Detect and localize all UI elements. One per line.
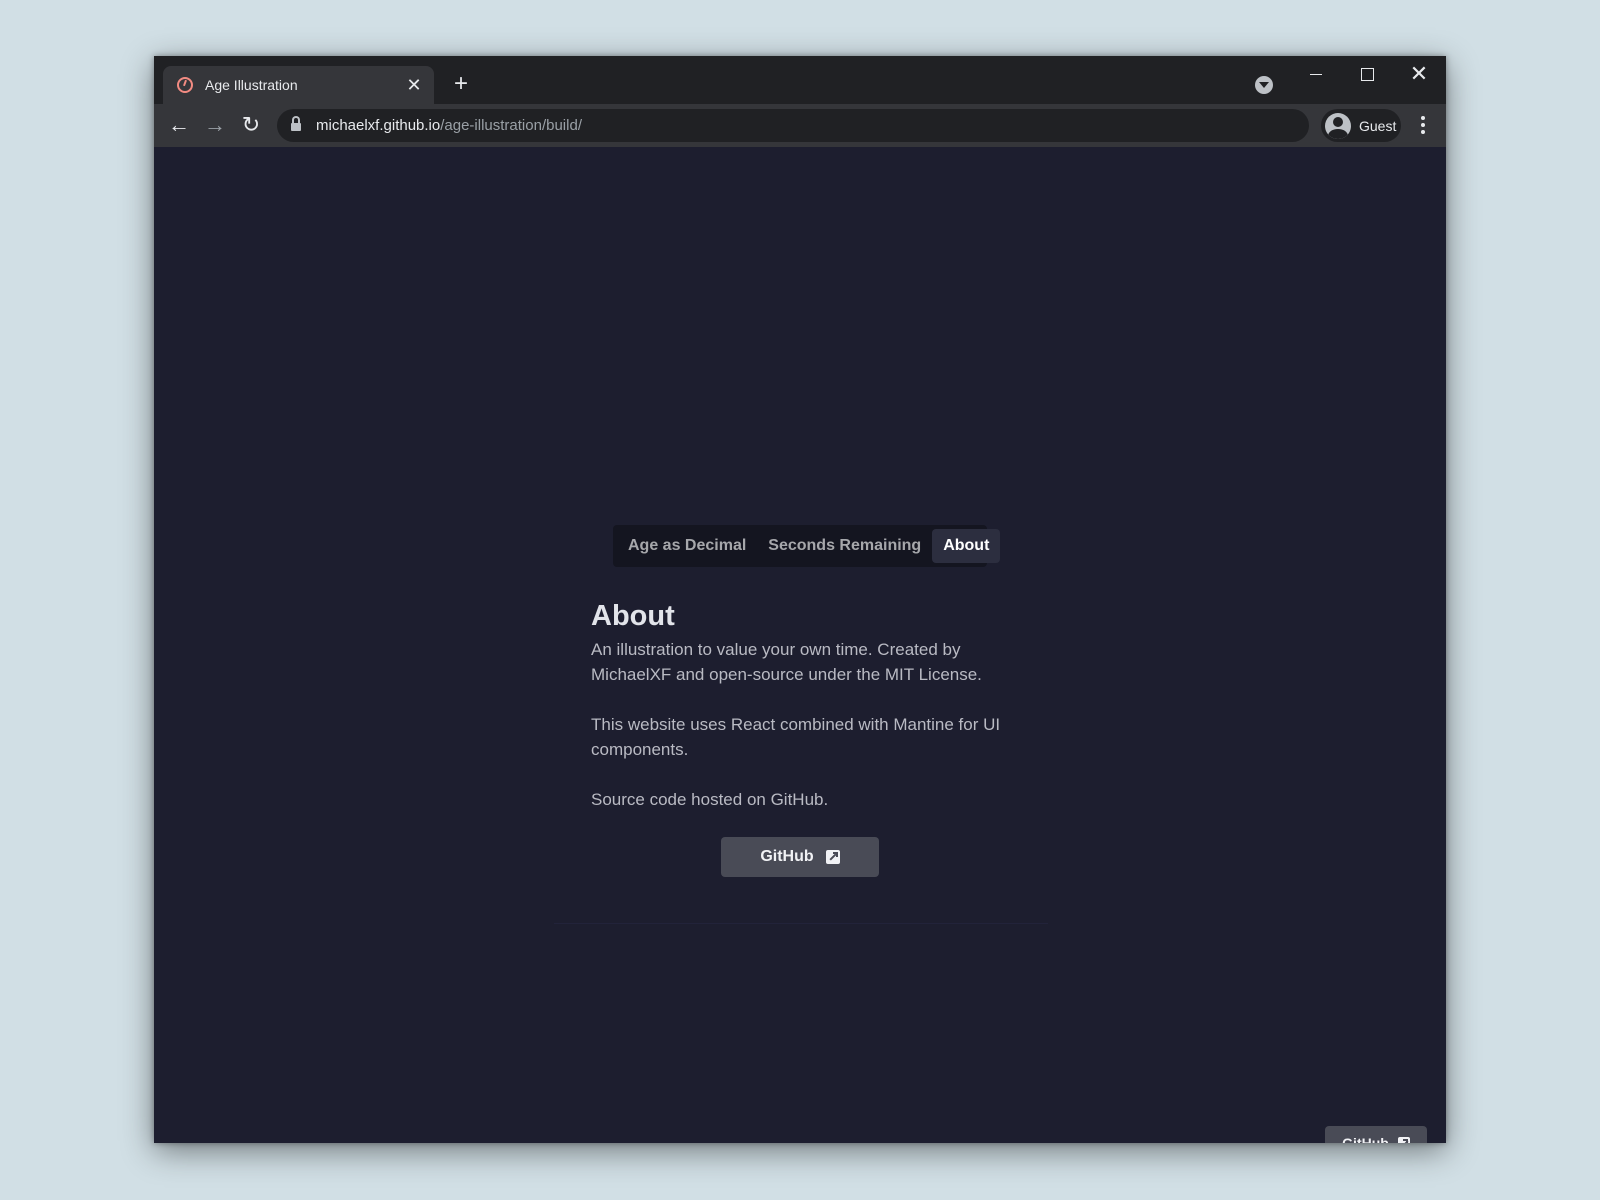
page-content: Age as Decimal Seconds Remaining About A… — [154, 147, 1446, 1143]
footer-github-button[interactable]: GitHub — [1325, 1126, 1427, 1143]
url-host: michaelxf.github.io — [316, 117, 441, 134]
external-link-icon — [825, 850, 840, 864]
forward-arrow-icon[interactable]: → — [200, 110, 230, 140]
lock-icon[interactable] — [291, 115, 301, 132]
page-title: About — [591, 600, 675, 632]
more-menu-icon[interactable] — [1415, 112, 1431, 138]
footer-github-label: GitHub — [1342, 1135, 1389, 1143]
browser-tab[interactable]: Age Illustration ✕ — [163, 66, 434, 104]
tab-seconds-remaining[interactable]: Seconds Remaining — [757, 529, 932, 563]
address-bar[interactable]: michaelxf.github.io/age-illustration/bui… — [277, 109, 1309, 142]
tab-strip: Age Illustration ✕ + ✕ — [154, 56, 1446, 104]
clock-favicon-icon — [177, 77, 193, 93]
tab-about[interactable]: About — [932, 529, 1001, 563]
browser-toolbar: ← → ↻ michaelxf.github.io/age-illustrati… — [154, 104, 1446, 147]
segmented-control: Age as Decimal Seconds Remaining About — [613, 525, 1001, 567]
reload-icon[interactable]: ↻ — [236, 110, 266, 140]
profile-label: Guest — [1359, 117, 1397, 134]
tab-search-icon[interactable] — [1255, 76, 1273, 94]
new-tab-button[interactable]: + — [446, 70, 476, 100]
avatar-icon — [1325, 112, 1351, 139]
browser-window: Age Illustration ✕ + ✕ ← → ↻ michaelxf.g… — [154, 56, 1446, 1143]
tab-close-icon[interactable]: ✕ — [404, 75, 424, 96]
url-path: /age-illustration/build/ — [440, 117, 582, 134]
close-window-button[interactable]: ✕ — [1399, 62, 1439, 86]
divider — [554, 923, 1048, 924]
external-link-icon — [1397, 1137, 1410, 1143]
back-arrow-icon[interactable]: ← — [164, 110, 194, 140]
github-button-label: GitHub — [760, 848, 814, 865]
about-section: About An illustration to value your own … — [591, 599, 1021, 812]
github-button[interactable]: GitHub — [721, 837, 879, 877]
about-paragraph: Source code hosted on GitHub. — [591, 790, 829, 809]
minimize-button[interactable] — [1296, 62, 1336, 86]
about-paragraph: An illustration to value your own time. … — [591, 640, 982, 684]
tab-title: Age Illustration — [205, 77, 298, 93]
profile-button[interactable]: Guest — [1321, 109, 1401, 142]
tab-age-as-decimal[interactable]: Age as Decimal — [617, 529, 757, 563]
maximize-button[interactable] — [1347, 62, 1387, 86]
about-paragraph: This website uses React combined with Ma… — [591, 715, 1001, 759]
